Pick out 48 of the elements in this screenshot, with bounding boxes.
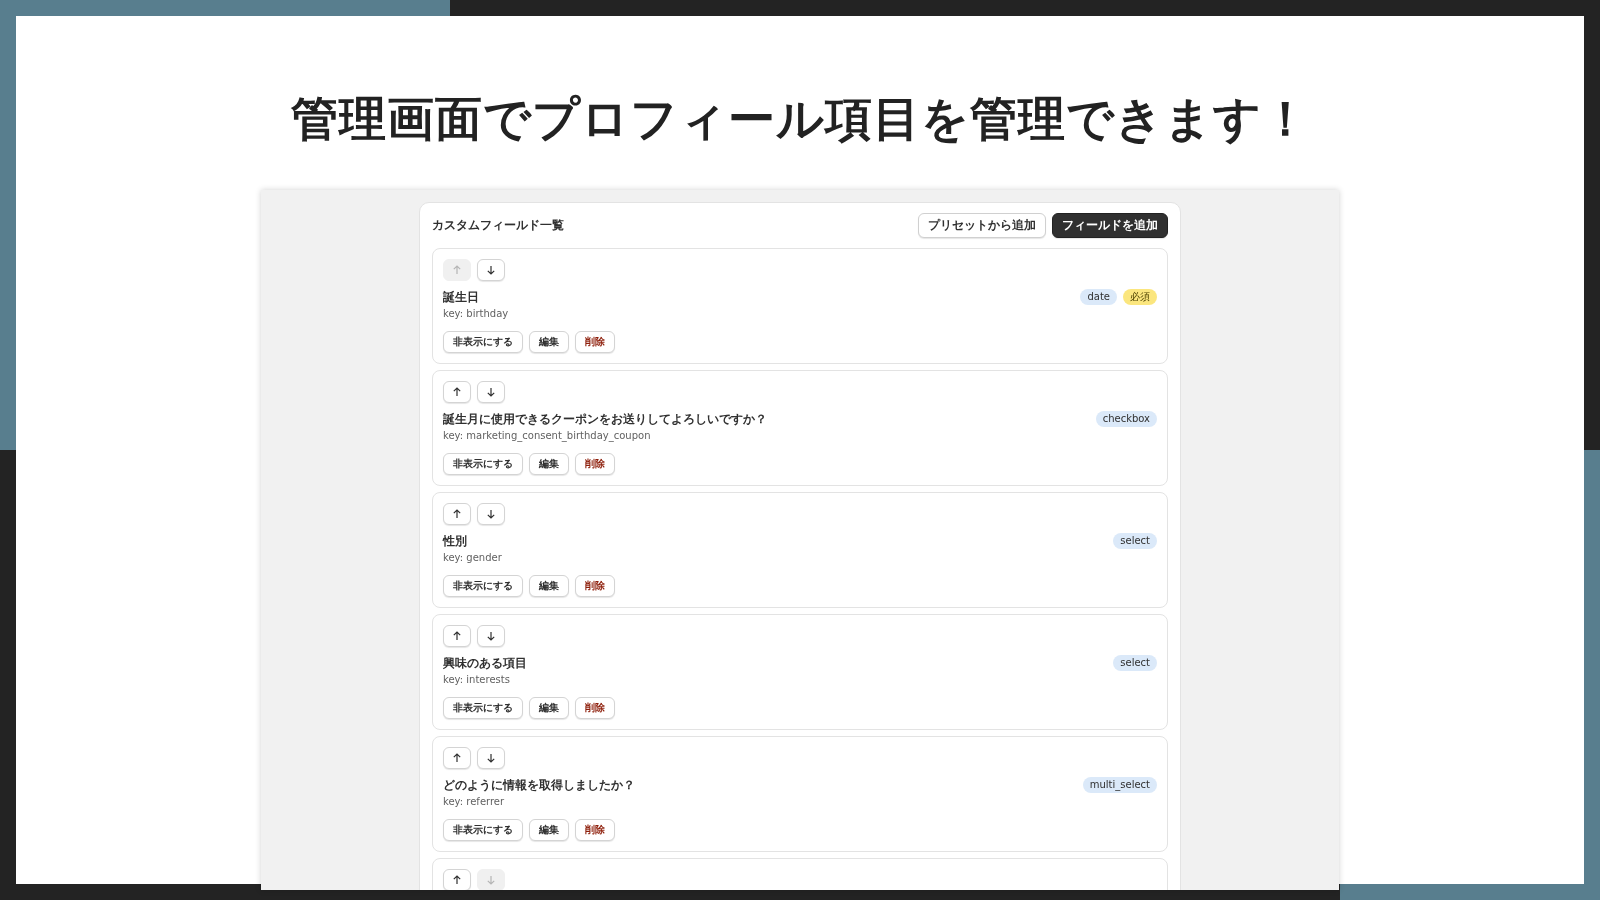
action-button[interactable]: 非表示にする xyxy=(443,575,523,598)
field-key: key: gender xyxy=(443,551,502,566)
action-button[interactable]: 編集 xyxy=(529,331,569,354)
down-arrow-icon xyxy=(486,387,496,398)
action-button[interactable]: 非表示にする xyxy=(443,819,523,842)
action-button[interactable]: 非表示にする xyxy=(443,331,523,354)
field-name: 興味のある項目 xyxy=(443,655,527,672)
action-button[interactable]: 削除 xyxy=(575,575,615,598)
add-button[interactable]: プリセットから追加 xyxy=(918,213,1046,239)
action-button[interactable]: 削除 xyxy=(575,453,615,476)
field-badge: multi_select xyxy=(1082,777,1157,794)
field-key: key: interests xyxy=(443,673,527,688)
down-arrow-icon xyxy=(486,265,496,276)
field-badge: 必須 xyxy=(1123,289,1157,306)
move-up-button[interactable] xyxy=(443,869,471,891)
action-button[interactable]: 編集 xyxy=(529,453,569,476)
action-button[interactable]: 非表示にする xyxy=(443,453,523,476)
up-arrow-icon xyxy=(452,265,462,276)
down-arrow-icon xyxy=(486,509,496,520)
slide-title: 管理画面でプロフィール項目を管理できます！ xyxy=(290,92,1310,147)
up-arrow-icon xyxy=(452,753,462,764)
down-arrow-icon xyxy=(486,875,496,886)
field-key: key: marketing_consent_birthday_coupon xyxy=(443,429,767,444)
down-arrow-icon xyxy=(486,631,496,642)
up-arrow-icon xyxy=(452,387,462,398)
field-badge: select xyxy=(1113,655,1157,672)
field-name: 誕生月に使用できるクーポンをお送りしてよろしいですか？ xyxy=(443,411,767,428)
down-arrow-icon xyxy=(486,753,496,764)
add-button[interactable]: フィールドを追加 xyxy=(1052,213,1168,239)
field-name: 誕生日 xyxy=(443,289,480,306)
up-arrow-icon xyxy=(452,875,462,886)
action-button[interactable]: 削除 xyxy=(575,331,615,354)
action-button[interactable]: 編集 xyxy=(529,819,569,842)
up-arrow-icon xyxy=(452,509,462,520)
field-badge: checkbox xyxy=(1095,411,1157,428)
panel-title: カスタムフィールド一覧 xyxy=(432,217,564,235)
action-button[interactable]: 編集 xyxy=(529,575,569,598)
field-key: key: referrer xyxy=(443,795,635,810)
action-button[interactable]: 非表示にする xyxy=(443,697,523,720)
action-button[interactable]: 編集 xyxy=(529,697,569,720)
field-badge: date xyxy=(1080,289,1117,306)
field-name: 性別 xyxy=(443,533,468,550)
field-key: key: birthday xyxy=(443,307,509,322)
action-button[interactable]: 削除 xyxy=(575,697,615,720)
field-name: どのように情報を取得しましたか？ xyxy=(443,777,635,794)
field-badge: select xyxy=(1113,533,1157,550)
up-arrow-icon xyxy=(452,631,462,642)
action-button[interactable]: 削除 xyxy=(575,819,615,842)
